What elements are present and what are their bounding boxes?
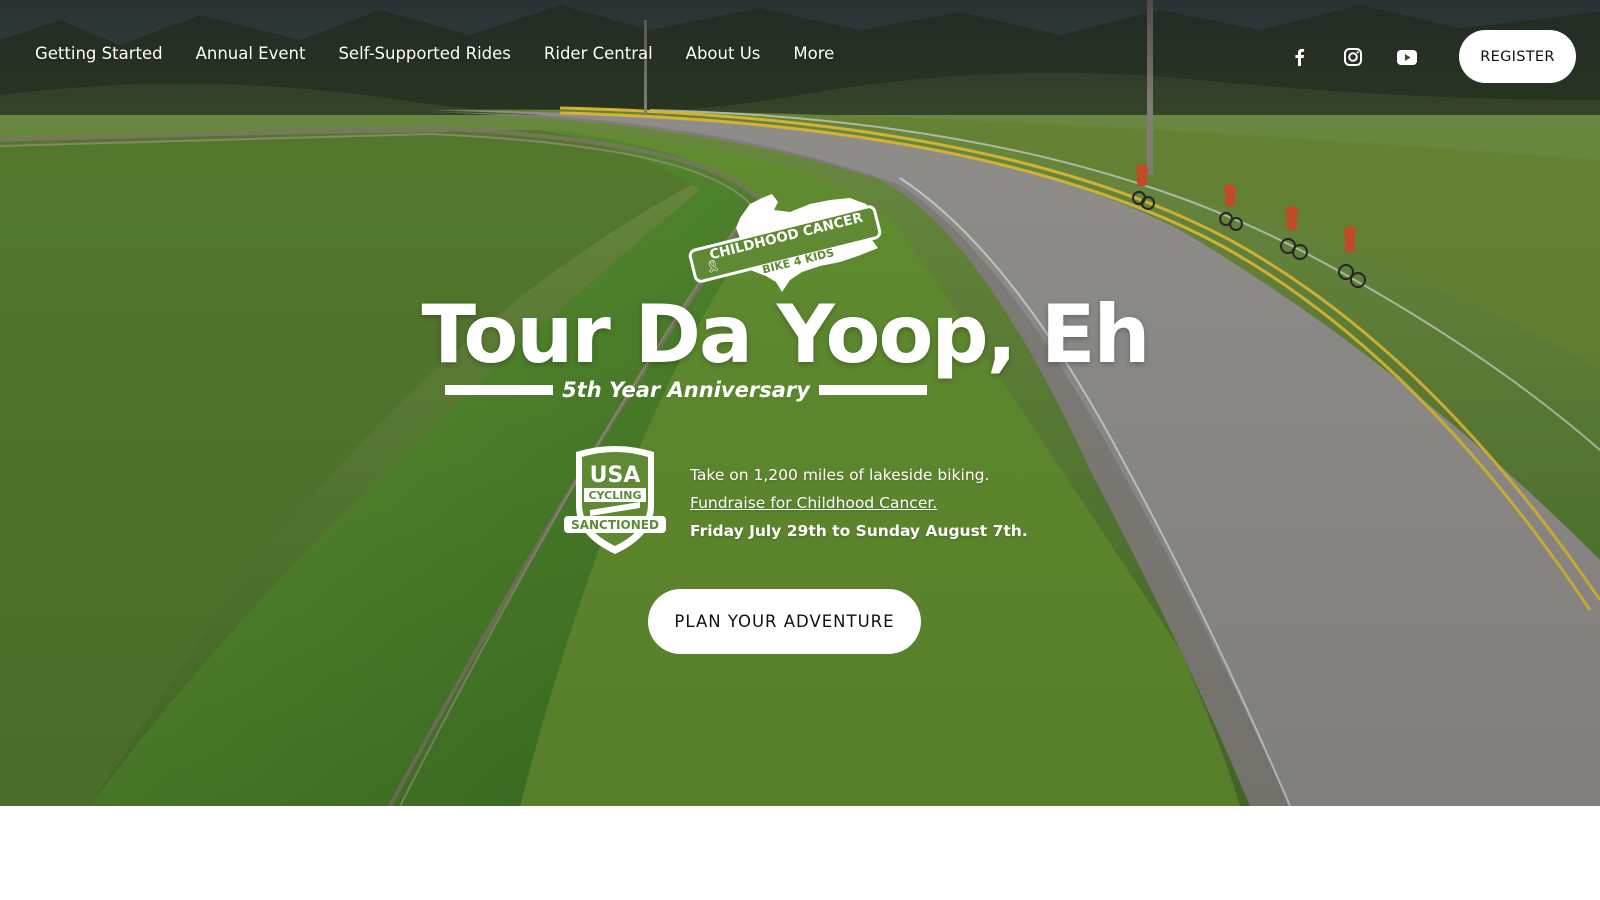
plan-your-adventure-button[interactable]: PLAN YOUR ADVENTURE xyxy=(648,589,921,654)
youtube-icon[interactable] xyxy=(1395,46,1419,68)
nav-annual-event[interactable]: Annual Event xyxy=(196,44,306,63)
svg-text:SANCTIONED: SANCTIONED xyxy=(571,518,659,532)
nav-about-us[interactable]: About Us xyxy=(686,44,761,63)
svg-text:CYCLING: CYCLING xyxy=(588,489,641,502)
hero-title: Tour Da Yoop, Eh xyxy=(421,288,1150,381)
info-miles: Take on 1,200 miles of lakeside biking. xyxy=(690,466,990,484)
instagram-icon[interactable] xyxy=(1341,46,1365,68)
register-button[interactable]: REGISTER xyxy=(1459,30,1576,83)
hero-subtitle-row: 5th Year Anniversary xyxy=(445,372,927,408)
nav-self-supported-rides[interactable]: Self-Supported Rides xyxy=(338,44,510,63)
page-body xyxy=(0,806,1600,900)
fundraise-link[interactable]: Fundraise for Childhood Cancer. xyxy=(690,489,1028,517)
nav-more[interactable]: More xyxy=(793,44,834,63)
event-dates: Friday July 29th to Sunday August 7th. xyxy=(690,522,1028,540)
svg-text:USA: USA xyxy=(590,463,641,488)
childhood-cancer-logo: CHILDHOOD CANCER BIKE 4 KIDS 🎗 xyxy=(688,194,882,292)
subtitle-right-rule xyxy=(818,385,927,395)
hero-subtitle: 5th Year Anniversary xyxy=(562,378,810,402)
subtitle-left-rule xyxy=(445,385,554,395)
hero-section: Getting Started Annual Event Self-Suppor… xyxy=(0,0,1600,806)
nav-getting-started[interactable]: Getting Started xyxy=(35,44,163,63)
nav-rider-central[interactable]: Rider Central xyxy=(544,44,653,63)
usa-cycling-sanctioned-badge: USA CYCLING SANCTIONED xyxy=(564,446,666,554)
facebook-icon[interactable] xyxy=(1287,46,1311,68)
top-navigation: Getting Started Annual Event Self-Suppor… xyxy=(0,0,1600,110)
nav-links: Getting Started Annual Event Self-Suppor… xyxy=(35,44,834,63)
hero-info: Take on 1,200 miles of lakeside biking. … xyxy=(690,461,1028,545)
